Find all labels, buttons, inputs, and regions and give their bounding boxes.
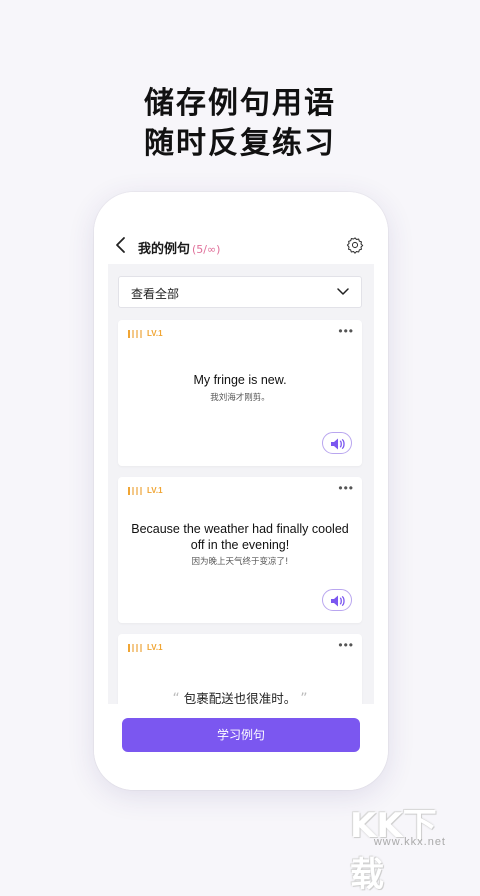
filter-selected: 查看全部 bbox=[131, 287, 180, 301]
level-label: LV.1 bbox=[147, 329, 163, 338]
sentence-english: Because the weather had finally cooled o… bbox=[131, 522, 349, 552]
level-label: LV.1 bbox=[147, 643, 163, 652]
play-audio-button[interactable] bbox=[322, 432, 352, 454]
sentence-count: (5/∞) bbox=[192, 243, 221, 256]
bottom-bar: 学习例句 bbox=[94, 704, 388, 790]
level-bars-icon bbox=[128, 330, 142, 338]
open-quote-mark: “ bbox=[172, 691, 180, 704]
level-label: LV.1 bbox=[147, 486, 163, 495]
page-title-text: 我的例句 bbox=[138, 242, 191, 257]
promo-headline-1: 储存例句用语 bbox=[144, 86, 336, 121]
more-options-icon[interactable]: ••• bbox=[338, 324, 354, 338]
watermark: KK下载 www.kkx.net bbox=[350, 798, 470, 895]
sentence-chinese: 因为晚上天气终于变凉了! bbox=[191, 557, 289, 567]
sentence-list[interactable]: 查看全部 LV.1 ••• My fringe is new. 我刘海才刚剪。 bbox=[108, 264, 374, 704]
promo-headline-2: 随时反复练习 bbox=[144, 126, 336, 161]
sentence-quote: “ 包裹配送也很准时。 ” bbox=[130, 688, 350, 704]
more-options-icon[interactable]: ••• bbox=[338, 638, 354, 652]
speaker-icon bbox=[331, 595, 345, 607]
sentence-card[interactable]: LV.1 ••• Because the weather had finally… bbox=[118, 477, 362, 623]
back-arrow-icon[interactable] bbox=[114, 236, 128, 254]
page-title: 我的例句 (5/∞) bbox=[138, 238, 220, 257]
sentence-card[interactable]: LV.1 ••• My fringe is new. 我刘海才刚剪。 bbox=[118, 320, 362, 466]
play-audio-button[interactable] bbox=[322, 589, 352, 611]
watermark-url: www.kkx.net bbox=[373, 836, 446, 848]
sentence-chinese: 包裹配送也很准时。 bbox=[183, 691, 297, 704]
level-bars-icon bbox=[128, 644, 142, 652]
more-options-icon[interactable]: ••• bbox=[338, 481, 354, 495]
chevron-down-icon bbox=[337, 288, 349, 295]
study-sentences-button[interactable]: 学习例句 bbox=[122, 718, 360, 752]
sentence-card[interactable]: LV.1 ••• “ 包裹配送也很准时。 ” bbox=[118, 634, 362, 704]
top-bar: 我的例句 (5/∞) bbox=[94, 192, 388, 264]
sentence-chinese: 我刘海才刚剪。 bbox=[210, 393, 270, 403]
close-quote-mark: ” bbox=[300, 691, 308, 704]
filter-dropdown[interactable]: 查看全部 bbox=[118, 276, 362, 308]
gear-icon[interactable] bbox=[346, 236, 364, 254]
level-bars-icon bbox=[128, 487, 142, 495]
speaker-icon bbox=[331, 438, 345, 450]
phone-frame: 我的例句 (5/∞) 查看全部 LV.1 ••• My fringe is ne… bbox=[94, 192, 388, 790]
sentence-english: My fringe is new. bbox=[193, 373, 287, 387]
